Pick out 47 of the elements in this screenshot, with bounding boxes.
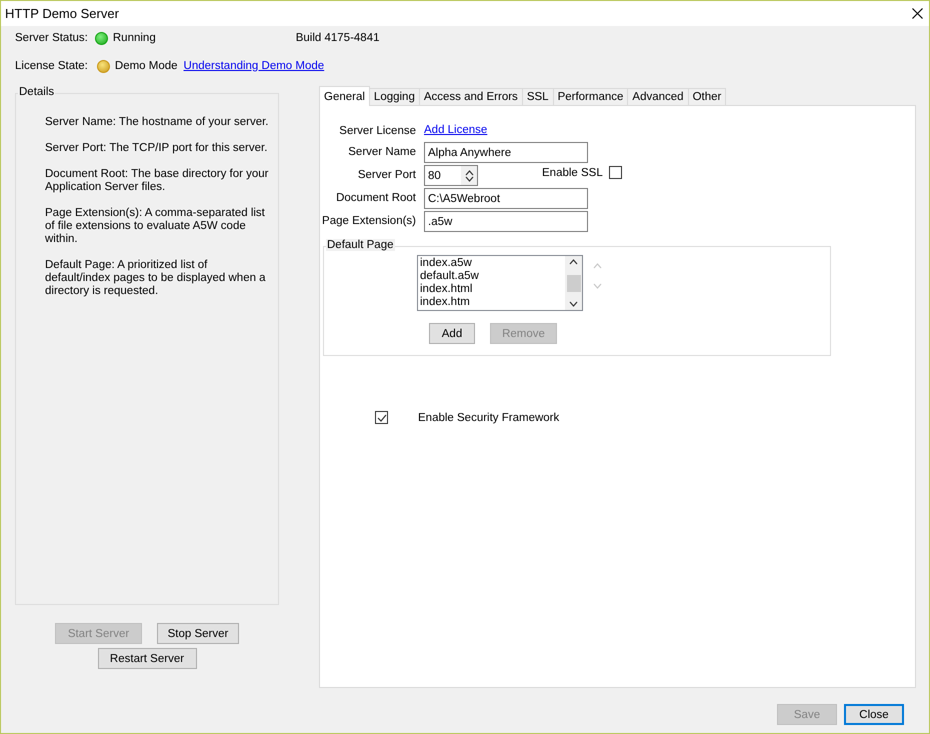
spin-up-icon[interactable] bbox=[464, 170, 474, 176]
license-dot bbox=[96, 60, 110, 72]
build-number: Build 4175-4841 bbox=[296, 32, 380, 44]
dialog-button[interactable]: Close bbox=[844, 704, 904, 725]
status-dot bbox=[94, 32, 108, 44]
ssl-label: Enable SSL bbox=[542, 166, 603, 178]
license-text: Demo Mode bbox=[114, 60, 178, 72]
list-item[interactable]: index.a5w bbox=[420, 257, 563, 270]
security-label: Enable Security Framework bbox=[418, 412, 560, 424]
status-label: Server Status: bbox=[15, 32, 88, 44]
window-title: HTTP Demo Server bbox=[5, 6, 119, 21]
document-root-field[interactable]: C:\A5Webroot bbox=[424, 188, 588, 209]
list-item[interactable]: index.html bbox=[420, 283, 563, 296]
demo-mode-link[interactable]: Understanding Demo Mode bbox=[184, 60, 324, 72]
default-page-list[interactable]: index.a5w default.a5w index.html index.htm bbox=[417, 255, 583, 311]
server-name-field[interactable]: Alpha Anywhere bbox=[424, 142, 588, 163]
list-item[interactable]: index.htm bbox=[420, 296, 563, 309]
status-text: Running bbox=[112, 32, 156, 44]
server-button[interactable]: Restart Server bbox=[98, 648, 196, 669]
spin-down-icon[interactable] bbox=[464, 176, 474, 182]
help-paragraph: Default Page: A prioritized list of default/index pages to be displayed when a directory is requested. bbox=[45, 259, 267, 298]
scroll-down-icon[interactable] bbox=[569, 301, 578, 307]
scroll-up-icon[interactable] bbox=[569, 259, 578, 265]
help-paragraph: Page Extension(s): A comma-separated list of file extensions to evaluate A5W code within. bbox=[45, 207, 266, 246]
help-paragraph: Server Port: The TCP/IP port for this server. bbox=[45, 142, 268, 155]
field-label: Server Port bbox=[358, 168, 416, 182]
port-spinner[interactable]: 80 bbox=[424, 165, 478, 186]
checkbox[interactable] bbox=[375, 411, 388, 424]
help-paragraph: Server Name: The hostname of your server. bbox=[45, 116, 270, 129]
list-item[interactable]: default.a5w bbox=[420, 270, 563, 283]
field-label: Server License bbox=[339, 124, 416, 138]
tab[interactable]: General bbox=[319, 86, 370, 106]
close-icon[interactable] bbox=[912, 8, 923, 19]
checkbox[interactable] bbox=[608, 166, 622, 179]
scrollbar[interactable] bbox=[565, 256, 582, 310]
tab[interactable]: Other bbox=[688, 88, 726, 106]
license-label: License State: bbox=[15, 60, 88, 72]
field-label: Document Root bbox=[336, 191, 416, 205]
page-extension-field[interactable]: .a5w bbox=[424, 211, 588, 232]
field-label: Page Extension(s) bbox=[322, 214, 416, 228]
add-button[interactable]: Add bbox=[429, 323, 475, 344]
add-license-link[interactable]: Add License bbox=[424, 124, 488, 136]
help-paragraph: Document Root: The base directory for your Application Server files. bbox=[45, 168, 270, 194]
group-title: Details bbox=[18, 86, 56, 98]
group-title: Default Page bbox=[326, 239, 394, 251]
server-button[interactable]: Stop Server bbox=[157, 623, 239, 644]
field-label: Server Name bbox=[348, 145, 416, 159]
